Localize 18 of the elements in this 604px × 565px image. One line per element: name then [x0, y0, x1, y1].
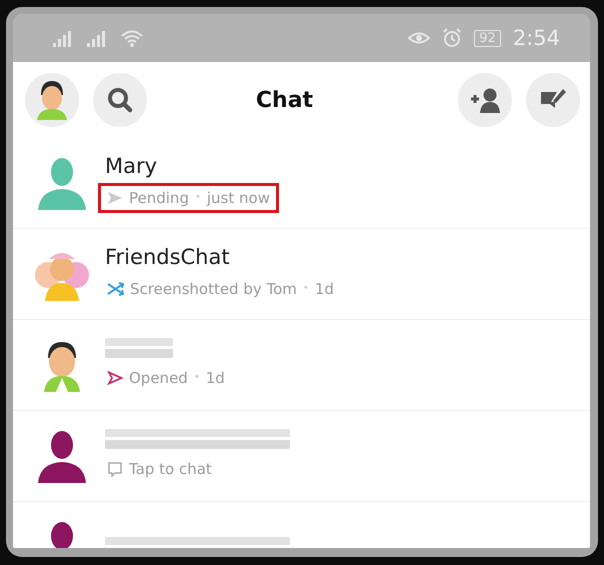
clock-time: 2:54 [512, 26, 560, 50]
status-text: Tap to chat [129, 460, 212, 478]
status-text: Opened [129, 368, 188, 386]
alarm-clock-icon [442, 28, 462, 48]
status-time: 1d [314, 280, 334, 298]
screen-title: Chat [254, 88, 314, 112]
wifi-icon [121, 29, 143, 47]
add-person-icon [469, 87, 501, 113]
status-text: Screenshotted by Tom [130, 280, 297, 298]
chat-name: Mary [105, 154, 158, 178]
separator-dot: • [302, 283, 309, 294]
status-text: Pending [129, 188, 189, 206]
separator-dot: • [194, 372, 200, 383]
status-time: 1d [206, 368, 225, 386]
chat-name: FriendsChat [105, 244, 230, 268]
status-time: just now [206, 188, 270, 206]
search-icon [107, 87, 133, 113]
separator-dot: • [194, 192, 201, 203]
